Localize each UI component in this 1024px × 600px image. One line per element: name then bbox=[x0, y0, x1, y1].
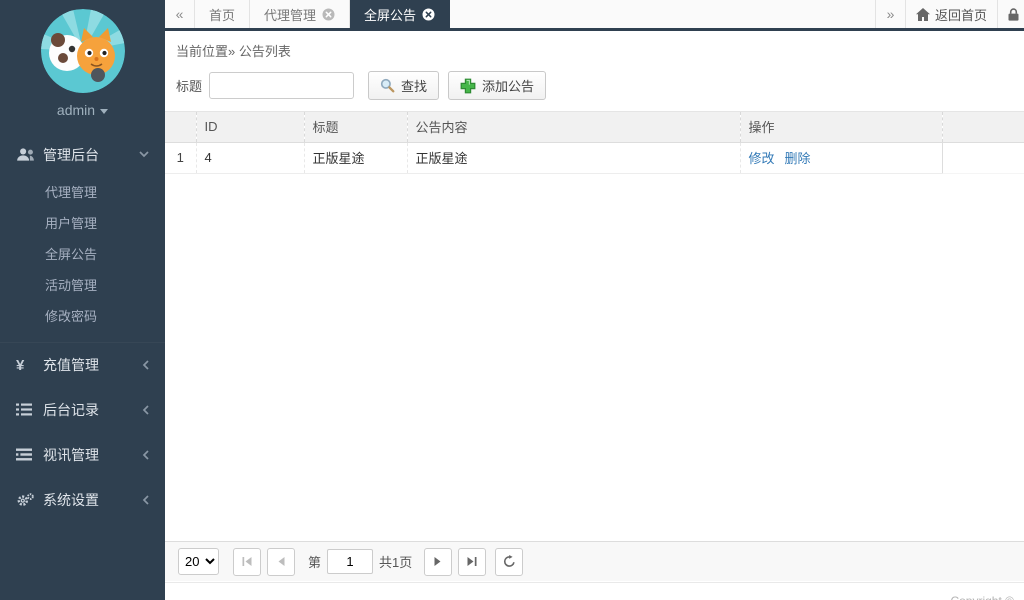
gears-icon bbox=[16, 493, 40, 507]
tab-label: 代理管理 bbox=[264, 5, 316, 24]
sidebar-section-label: 管理后台 bbox=[43, 145, 99, 165]
next-page-button[interactable] bbox=[424, 548, 452, 576]
total-pages-label: 共1页 bbox=[379, 552, 412, 571]
sidebar-item-agent-mgmt[interactable]: 代理管理 bbox=[0, 177, 165, 208]
first-page-button[interactable] bbox=[233, 548, 261, 576]
breadcrumb: 当前位置» 公告列表 bbox=[165, 31, 1024, 65]
change-password-button[interactable]: 修改密码 bbox=[997, 0, 1024, 28]
video-icon bbox=[16, 448, 40, 461]
sidebar-section-label: 系统设置 bbox=[43, 490, 99, 510]
breadcrumb-prefix: 当前位置 bbox=[176, 44, 228, 59]
tab-bar-spacer bbox=[450, 0, 875, 28]
notice-table: ID 标题 公告内容 操作 1 4 正版星途 正版星途 修改删除 bbox=[165, 112, 1024, 174]
page-number-prefix: 第 bbox=[308, 552, 321, 571]
refresh-button[interactable] bbox=[495, 548, 523, 576]
add-button-label: 添加公告 bbox=[482, 76, 534, 95]
prev-page-button[interactable] bbox=[267, 548, 295, 576]
avatar-wrap: admin bbox=[0, 0, 165, 118]
table-row[interactable]: 1 4 正版星途 正版星途 修改删除 bbox=[165, 142, 1024, 173]
chevron-left-icon bbox=[142, 405, 149, 415]
search-icon bbox=[380, 78, 395, 93]
sidebar-section-admin[interactable]: 管理后台 bbox=[0, 132, 165, 177]
table-header-row: ID 标题 公告内容 操作 bbox=[165, 112, 1024, 142]
list-icon bbox=[16, 403, 40, 416]
tab-label: 全屏公告 bbox=[364, 5, 416, 24]
page-size-select[interactable]: 20 bbox=[178, 548, 219, 575]
find-button[interactable]: 查找 bbox=[368, 71, 439, 100]
cell-filler bbox=[942, 142, 1024, 173]
cell-operations: 修改删除 bbox=[740, 142, 942, 173]
cell-content: 正版星途 bbox=[407, 142, 740, 173]
cell-row-number: 1 bbox=[165, 142, 196, 173]
sidebar-section-backend-records[interactable]: 后台记录 bbox=[0, 387, 165, 432]
tabs-scroll-left-button[interactable]: « bbox=[165, 0, 195, 28]
delete-link[interactable]: 删除 bbox=[785, 151, 811, 166]
cell-id: 4 bbox=[196, 142, 304, 173]
sidebar-section-video-mgmt[interactable]: 视讯管理 bbox=[0, 432, 165, 477]
sidebar-item-activity-mgmt[interactable]: 活动管理 bbox=[0, 270, 165, 301]
breadcrumb-separator: » bbox=[228, 44, 235, 59]
header-filler bbox=[942, 112, 1024, 142]
tab-home[interactable]: 首页 bbox=[195, 0, 250, 28]
edit-link[interactable]: 修改 bbox=[749, 151, 775, 166]
title-field-label: 标题 bbox=[176, 76, 202, 95]
main-area: « 首页 代理管理 全屏公告 » 返回首页 修改密码 当前位置» 公告列表 标题 bbox=[165, 0, 1024, 600]
caret-down-icon bbox=[100, 109, 108, 114]
chevron-left-icon bbox=[142, 495, 149, 505]
username: admin bbox=[57, 102, 95, 118]
header-operations[interactable]: 操作 bbox=[740, 112, 942, 142]
copyright-text: Copyright © bbox=[950, 594, 1014, 600]
search-toolbar: 标题 查找 添加公告 bbox=[165, 65, 1024, 112]
sidebar-section-label: 视讯管理 bbox=[43, 445, 99, 465]
last-page-button[interactable] bbox=[458, 548, 486, 576]
sidebar-section-recharge[interactable]: ¥ 充值管理 bbox=[0, 342, 165, 387]
page-number-input[interactable] bbox=[327, 549, 373, 574]
add-icon bbox=[460, 78, 476, 94]
sidebar: admin 管理后台 代理管理 用户管理 全屏公告 活动管理 修改密码 ¥ 充值… bbox=[0, 0, 165, 600]
sidebar-submenu: 代理管理 用户管理 全屏公告 活动管理 修改密码 bbox=[0, 177, 165, 342]
title-input[interactable] bbox=[209, 72, 354, 99]
sidebar-nav: 管理后台 代理管理 用户管理 全屏公告 活动管理 修改密码 ¥ 充值管理 后台记… bbox=[0, 132, 165, 522]
header-index bbox=[165, 112, 196, 142]
home-icon bbox=[916, 8, 930, 21]
return-home-button[interactable]: 返回首页 bbox=[905, 0, 997, 28]
chevron-down-icon bbox=[139, 151, 149, 158]
page-footer: Copyright © bbox=[165, 582, 1024, 600]
users-icon bbox=[16, 147, 40, 162]
header-content[interactable]: 公告内容 bbox=[407, 112, 740, 142]
tab-fullscreen-notice[interactable]: 全屏公告 bbox=[350, 0, 450, 28]
close-icon[interactable] bbox=[422, 8, 435, 21]
avatar[interactable] bbox=[41, 9, 125, 93]
add-notice-button[interactable]: 添加公告 bbox=[448, 71, 546, 100]
breadcrumb-current: 公告列表 bbox=[239, 44, 291, 59]
sidebar-item-user-mgmt[interactable]: 用户管理 bbox=[0, 208, 165, 239]
lock-icon bbox=[1008, 8, 1019, 21]
yen-icon: ¥ bbox=[16, 357, 40, 374]
tab-bar: « 首页 代理管理 全屏公告 » 返回首页 修改密码 bbox=[165, 0, 1024, 31]
sidebar-item-fullscreen-notice[interactable]: 全屏公告 bbox=[0, 239, 165, 270]
find-button-label: 查找 bbox=[401, 76, 427, 95]
chevron-left-icon bbox=[142, 360, 149, 370]
chevron-left-icon bbox=[142, 450, 149, 460]
pagination-bar: 20 第 共1页 bbox=[165, 541, 1024, 581]
tabs-scroll-right-button[interactable]: » bbox=[875, 0, 905, 28]
sidebar-item-change-password[interactable]: 修改密码 bbox=[0, 301, 165, 332]
header-title[interactable]: 标题 bbox=[304, 112, 407, 142]
close-icon[interactable] bbox=[322, 8, 335, 21]
sidebar-section-system-settings[interactable]: 系统设置 bbox=[0, 477, 165, 522]
tab-agent-mgmt[interactable]: 代理管理 bbox=[250, 0, 350, 28]
sidebar-section-label: 充值管理 bbox=[43, 355, 99, 375]
action-label: 返回首页 bbox=[935, 5, 987, 24]
header-id[interactable]: ID bbox=[196, 112, 304, 142]
cell-title: 正版星途 bbox=[304, 142, 407, 173]
tab-label: 首页 bbox=[209, 5, 235, 24]
user-menu[interactable]: admin bbox=[0, 102, 165, 118]
sidebar-section-label: 后台记录 bbox=[43, 400, 99, 420]
